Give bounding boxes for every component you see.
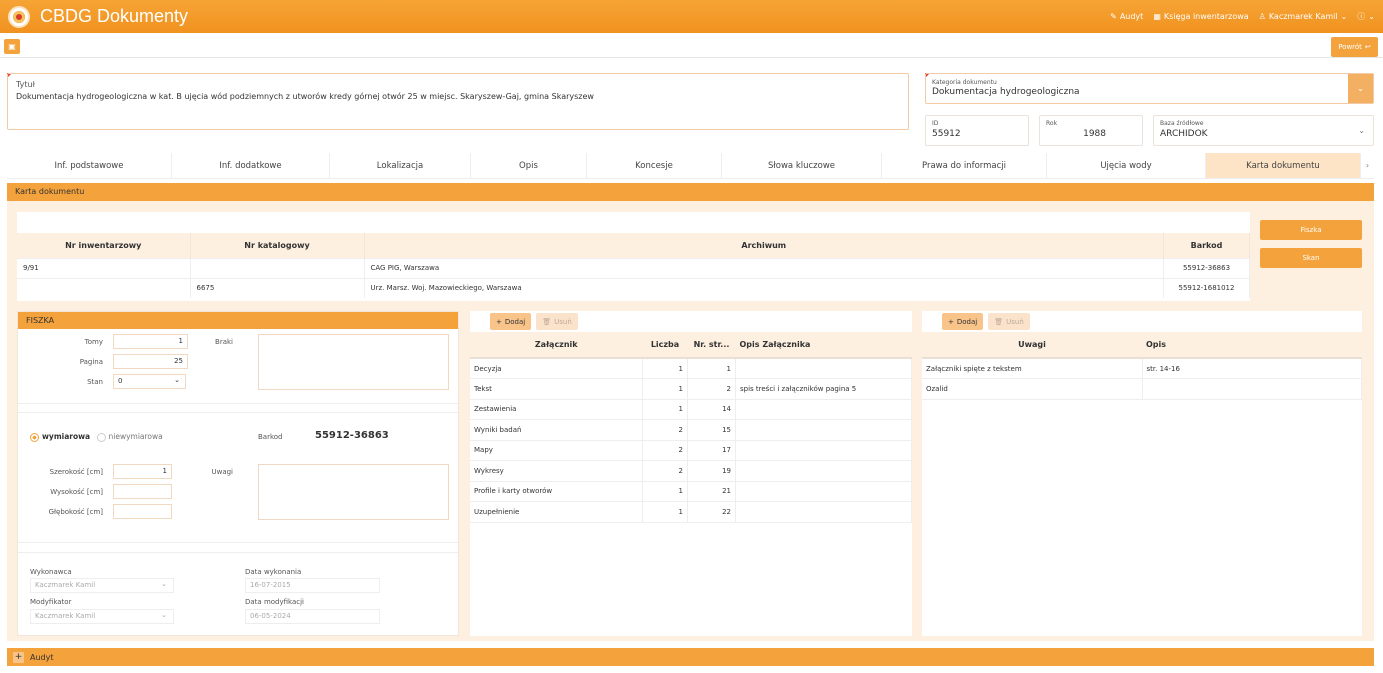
help-icon: ⓘ [1357, 12, 1366, 21]
app-logo [8, 5, 30, 28]
audyt-link[interactable]: ✎ Audyt [1110, 12, 1143, 21]
skan-button[interactable]: Skan [1260, 248, 1362, 268]
wykonawca-select: Kaczmarek Kamil ⌄ [30, 578, 174, 593]
modyfikator-select: Kaczmarek Kamil ⌄ [30, 609, 174, 624]
col-header[interactable]: Załącznik [470, 332, 643, 359]
col-header: Nr katalogowy [190, 233, 365, 258]
plus-icon: + [496, 317, 502, 326]
table-row[interactable]: Wyniki badań 2 15 [470, 419, 912, 441]
help-menu[interactable]: ⓘ ⌄ [1357, 11, 1375, 22]
powrot-button[interactable]: Powrót ↩ [1331, 37, 1378, 57]
id-field: ID 55912 [925, 115, 1029, 146]
table-row[interactable]: Mapy 2 17 [470, 440, 912, 461]
table-row[interactable]: Załączniki spięte z tekstem str. 14-16 [922, 358, 1362, 379]
inventory-table: Nr inwentarzowy Nr katalogowy Archiwum B… [17, 212, 1250, 301]
table-row[interactable]: 9/91 CAG PIG, Warszawa 55912-36863 [17, 257, 1250, 278]
tab-opis[interactable]: Opis [471, 153, 587, 178]
tytul-field[interactable]: Tytuł Dokumentacja hydrogeologiczna w ka… [7, 73, 909, 130]
user-icon: ♙ [1258, 12, 1266, 21]
tab-karta-dokumentu[interactable]: Karta dokumentu [1206, 153, 1361, 178]
baza-select[interactable]: Baza źródłowe ARCHIDOK ⌄ [1153, 115, 1374, 146]
tab-bar: Inf. podstawowe Inf. dodatkowe Lokalizac… [7, 153, 1374, 179]
col-header[interactable]: Nr. str... [687, 332, 736, 359]
wymiarowa-radio[interactable] [30, 432, 39, 442]
chevron-down-icon: ⌄ [161, 611, 167, 619]
return-icon: ↩ [1364, 43, 1371, 51]
barkod-value: 55912-36863 [315, 430, 389, 441]
col-header: Archiwum [364, 233, 1164, 258]
col-header: Barkod [1163, 233, 1250, 258]
col-header[interactable]: Opis Załącznika [735, 332, 912, 359]
trash-icon: 🗑 [994, 317, 1004, 326]
user-menu[interactable]: ♙ Kaczmarek Kamil ⌄ [1259, 12, 1348, 21]
save-button[interactable]: ▣ [4, 39, 20, 54]
trash-icon: 🗑 [542, 317, 552, 326]
table-row[interactable]: 6675 Urz. Marsz. Woj. Mazowieckiego, War… [17, 277, 1250, 298]
table-row[interactable]: Profile i karty otworów 1 21 [470, 481, 912, 502]
toolbar: ▣ Powrót ↩ [0, 36, 1383, 58]
tab-slowa-kluczowe[interactable]: Słowa kluczowe [722, 153, 882, 178]
data-wykonania-field: 16-07-2015 [245, 578, 380, 593]
col-header: Nr inwentarzowy [17, 233, 191, 258]
dodaj-zalacznik-button[interactable]: + Dodaj [490, 313, 532, 330]
col-header[interactable]: Uwagi [922, 332, 1142, 359]
uwagi-grid: + Dodaj 🗑 Usuń Uwagi Opis Załączniki spięt… [922, 311, 1362, 636]
wymiar-radio-group: wymiarowa niewymiarowa [30, 432, 163, 442]
chevron-down-icon: ⌄ [1358, 126, 1365, 135]
table-icon: ▦ [1153, 12, 1161, 21]
uwagi-textarea[interactable] [258, 464, 449, 520]
table-row[interactable]: Uzupełnienie 1 22 [470, 501, 912, 523]
chevron-down-icon: ⌄ [174, 376, 180, 384]
table-row[interactable]: Zestawienia 1 14 [470, 399, 912, 420]
chevron-down-icon: ⌄ [161, 580, 167, 588]
chevron-down-icon: ⌄ [1340, 12, 1348, 21]
audyt-section[interactable]: + Audyt [7, 648, 1374, 666]
table-row[interactable]: Wykresy 2 19 [470, 460, 912, 482]
table-row[interactable]: Tekst 1 2 spis treści i załączników pagina … [470, 378, 912, 400]
app-header: CBDG Dokumenty ✎ Audyt ▦ Księga inwentarzo… [0, 0, 1383, 33]
tytul-label: Tytuł [16, 80, 35, 89]
tab-inf-podstawowe[interactable]: Inf. podstawowe [7, 153, 172, 178]
plus-icon[interactable]: + [13, 651, 24, 663]
fiszka-button[interactable]: Fiszka [1260, 220, 1362, 240]
tab-lokalizacja[interactable]: Lokalizacja [330, 153, 471, 178]
usun-uwage-button[interactable]: 🗑 Usuń [988, 313, 1030, 330]
szerokosc-input[interactable]: 1 [113, 464, 172, 479]
tab-koncesje[interactable]: Koncesje [587, 153, 722, 178]
chevron-down-icon[interactable]: ⌄ [1348, 74, 1373, 103]
ksiega-link[interactable]: ▦ Księga inwentarzowa [1153, 12, 1248, 21]
fiszka-section: FISZKA Tomy 1 Pagina 25 Stan 0 ⌄ Braki wy… [17, 311, 459, 636]
pagina-input[interactable]: 25 [113, 354, 188, 369]
tag-icon: ✎ [1110, 12, 1117, 21]
tab-prawa[interactable]: Prawa do informacji [882, 153, 1047, 178]
panel-title: Karta dokumentu [7, 183, 1374, 201]
table-row[interactable]: Ozalid [922, 378, 1362, 400]
fiszka-title: FISZKA [18, 312, 458, 329]
tab-ujecia-wody[interactable]: Ujęcia wody [1047, 153, 1206, 178]
braki-textarea[interactable] [258, 334, 449, 390]
chevron-down-icon: ⌄ [1368, 12, 1375, 21]
wysokosc-input[interactable] [113, 484, 172, 499]
rok-field[interactable]: Rok 1988 [1039, 115, 1143, 146]
dodaj-uwage-button[interactable]: + Dodaj [942, 313, 984, 330]
table-row[interactable]: Decyzja 1 1 [470, 358, 912, 379]
kategoria-select[interactable]: Kategoria dokumentu Dokumentacja hydroge… [925, 73, 1374, 104]
stan-select[interactable]: 0 ⌄ [113, 374, 186, 389]
tomy-input[interactable]: 1 [113, 334, 188, 349]
chevron-right-icon[interactable]: › [1361, 153, 1374, 178]
col-header[interactable]: Opis [1142, 332, 1362, 359]
tab-inf-dodatkowe[interactable]: Inf. dodatkowe [172, 153, 330, 178]
col-header[interactable]: Liczba [642, 332, 688, 359]
tytul-value: Dokumentacja hydrogeologiczna w kat. B u… [16, 92, 594, 101]
save-icon: ▣ [8, 42, 16, 51]
glebokosc-input[interactable] [113, 504, 172, 519]
zalaczniki-grid: + Dodaj 🗑 Usuń Załącznik Liczba Nr. str...… [470, 311, 912, 636]
app-title: CBDG Dokumenty [40, 6, 189, 26]
niewymiarowa-radio[interactable] [96, 432, 106, 442]
karta-panel: Karta dokumentu Nr inwentarzowy Nr katal… [7, 183, 1374, 641]
data-modyfikacji-field: 06-05-2024 [245, 609, 380, 624]
plus-icon: + [948, 317, 954, 326]
usun-zalacznik-button[interactable]: 🗑 Usuń [536, 313, 578, 330]
